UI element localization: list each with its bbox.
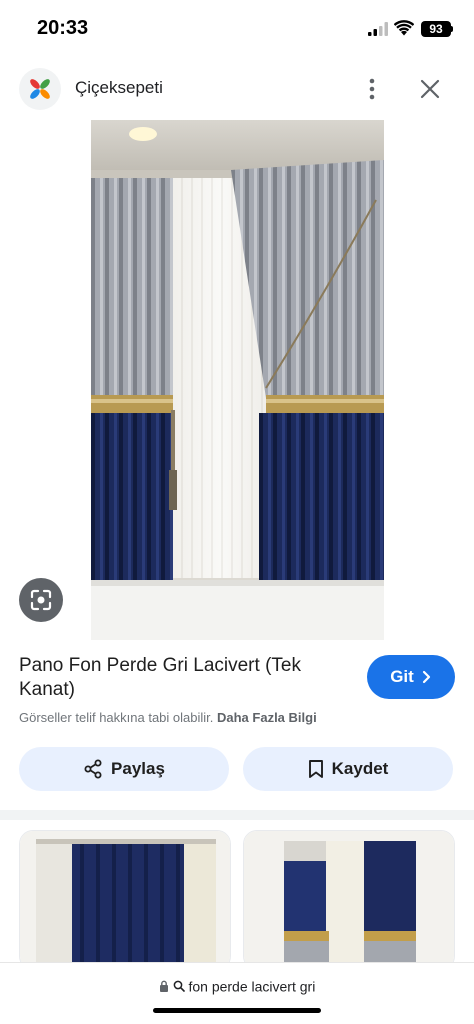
- share-label: Paylaş: [111, 759, 165, 778]
- url-query: fon perde lacivert gri: [188, 978, 316, 995]
- share-button[interactable]: Paylaş: [19, 747, 229, 791]
- more-info-link[interactable]: Daha Fazla Bilgi: [217, 710, 317, 725]
- section-divider: [0, 810, 474, 820]
- more-vertical-icon[interactable]: [360, 76, 384, 102]
- wifi-icon: [394, 20, 414, 36]
- home-indicator[interactable]: [153, 1008, 321, 1013]
- bookmark-icon: [308, 760, 323, 778]
- lens-icon: [30, 589, 52, 611]
- lens-search-button[interactable]: [19, 578, 63, 622]
- related-result-card[interactable]: [19, 830, 231, 970]
- url-bar[interactable]: fon perde lacivert gri: [0, 962, 474, 1024]
- result-title[interactable]: Pano Fon Perde Gri Lacivert (Tek Kanat): [19, 654, 349, 702]
- source-header: Çiçeksepeti: [0, 62, 474, 116]
- share-icon: [84, 759, 102, 779]
- chevron-right-icon: [422, 670, 430, 684]
- battery-nub: [451, 26, 453, 32]
- site-logo-icon[interactable]: [19, 68, 61, 110]
- status-bar: 20:33 93: [0, 0, 474, 60]
- main-result-image[interactable]: [91, 120, 384, 640]
- copyright-text: Görseller telif hakkına tabi olabilir.: [19, 710, 214, 725]
- status-time: 20:33: [37, 17, 89, 39]
- visit-label: Git: [390, 667, 414, 686]
- save-button[interactable]: Kaydet: [243, 747, 453, 791]
- visit-button[interactable]: Git: [367, 655, 455, 699]
- cellular-signal-icon: [368, 22, 388, 36]
- url-field[interactable]: fon perde lacivert gri: [0, 977, 474, 994]
- battery-icon: 93: [421, 21, 451, 37]
- site-name[interactable]: Çiçeksepeti: [75, 78, 163, 98]
- related-result-card[interactable]: [243, 830, 455, 970]
- copyright-notice: Görseller telif hakkına tabi olabilir. D…: [19, 710, 317, 725]
- related-image: [20, 831, 230, 969]
- save-label: Kaydet: [331, 759, 389, 778]
- search-icon: [173, 980, 185, 993]
- lock-icon: [159, 980, 168, 993]
- related-image: [244, 831, 454, 969]
- close-icon[interactable]: [418, 77, 442, 101]
